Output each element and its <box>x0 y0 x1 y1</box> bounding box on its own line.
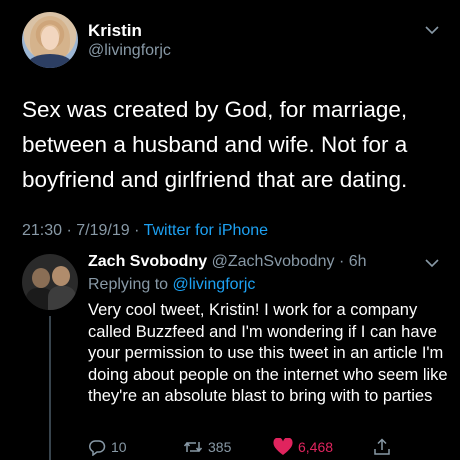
tweet-text: Sex was created by God, for marriage, be… <box>22 97 408 192</box>
reply-text: Very cool tweet, Kristin! I work for a c… <box>88 301 448 405</box>
tweet-timestamp: 21:30 · 7/19/19 · <box>22 222 144 239</box>
replying-to: Replying to @livingforjc <box>88 276 255 294</box>
chevron-down-icon[interactable] <box>425 258 439 268</box>
reply-header: Zach Svobodny @ZachSvobodny · 6h <box>88 253 367 271</box>
replying-to-label: Replying to <box>88 276 173 293</box>
share-button[interactable] <box>373 438 391 456</box>
tweet-meta: 21:30 · 7/19/19 · Twitter for iPhone <box>22 222 268 240</box>
share-icon <box>373 438 391 456</box>
reply-icon <box>88 438 106 456</box>
thread-line <box>49 316 51 460</box>
avatar-person <box>32 268 50 288</box>
avatar[interactable] <box>22 12 78 68</box>
reply-timestamp: · 6h <box>334 253 367 270</box>
like-count: 6,468 <box>298 439 334 455</box>
tweet-source-link[interactable]: Twitter for iPhone <box>144 222 269 239</box>
chevron-down-icon[interactable] <box>425 25 439 35</box>
like-button[interactable]: 6,468 <box>273 438 333 456</box>
replying-to-mention[interactable]: @livingforjc <box>173 276 256 293</box>
reply-author-handle[interactable]: @ZachSvobodny <box>212 253 335 270</box>
retweet-count: 385 <box>208 439 232 455</box>
avatar-body <box>48 286 76 310</box>
retweet-button[interactable]: 385 <box>183 438 231 456</box>
reply-button[interactable]: 10 <box>88 438 127 456</box>
heart-icon <box>273 438 293 456</box>
reply-avatar[interactable] <box>22 254 78 310</box>
avatar-shirt <box>28 54 72 68</box>
retweet-icon <box>183 438 203 456</box>
action-bar: 10 385 6,468 <box>88 438 460 458</box>
avatar-face <box>41 26 59 50</box>
avatar-person <box>52 266 70 286</box>
reply-count: 10 <box>111 439 127 455</box>
reply-author-name[interactable]: Zach Svobodny <box>88 253 207 270</box>
author-name[interactable]: Kristin <box>88 21 142 41</box>
author-handle[interactable]: @livingforjc <box>88 42 171 60</box>
